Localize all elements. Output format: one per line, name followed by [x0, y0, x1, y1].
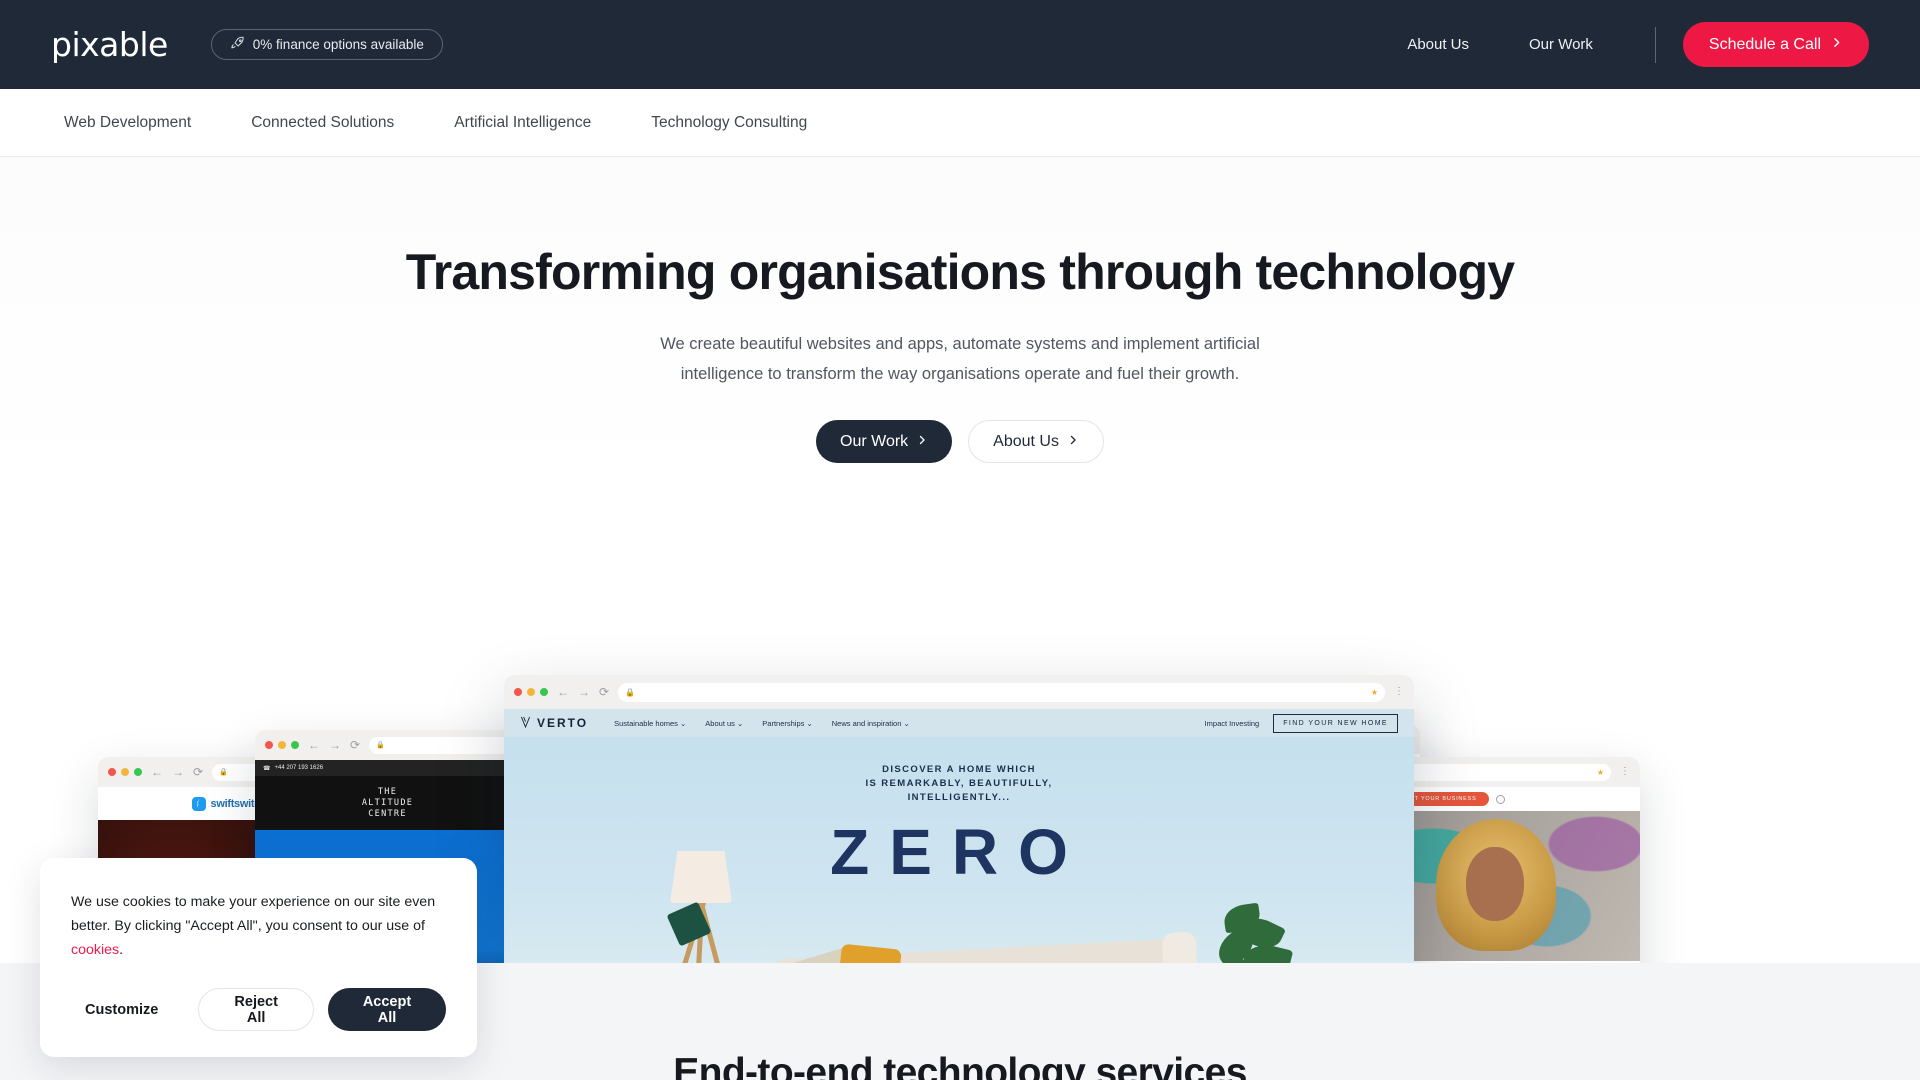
address-bar[interactable]: 🔒 ★: [618, 682, 1385, 702]
bookmark-star-icon: ★: [1596, 767, 1604, 777]
reload-icon[interactable]: ⟳: [599, 686, 609, 698]
address-bar[interactable]: 🔒: [369, 736, 510, 754]
verto-impact-investing-link[interactable]: Impact Investing: [1205, 719, 1260, 728]
back-arrow-icon: ←: [151, 765, 163, 779]
header-divider: [1654, 26, 1656, 63]
verto-nav-right: Impact Investing FIND YOUR NEW HOME: [1205, 713, 1398, 733]
window-controls-icon: [514, 688, 548, 696]
page-root: pixable 0% finance options available Abo…: [0, 0, 1920, 1080]
nav-about-us[interactable]: About Us: [1377, 36, 1499, 53]
altitude-logo-line-2: ALTITUDE: [361, 797, 414, 808]
cookie-text-before-link: We use cookies to make your experience o…: [71, 894, 436, 934]
accept-all-button[interactable]: Accept All: [328, 988, 446, 1031]
pillow-mustard-icon: [836, 943, 902, 963]
forward-arrow-icon: →: [172, 765, 184, 779]
business-navbar: LIST YOUR BUSINESS: [1380, 787, 1640, 811]
back-arrow-icon: ←: [308, 738, 320, 752]
verto-nav-about-us[interactable]: About us ⌄: [705, 719, 743, 728]
browser-menu-icon[interactable]: ⋮: [1394, 687, 1404, 697]
altitude-logo-line-1: THE: [377, 786, 398, 797]
browser-menu-icon[interactable]: ⋮: [1620, 767, 1630, 777]
address-bar[interactable]: ★: [1390, 763, 1611, 781]
browser-chrome: ← → ⟳ 🔒 ★ ⋮: [504, 675, 1414, 709]
floor-lamp-graphic: [660, 851, 740, 963]
chevron-right-icon: [1830, 36, 1843, 54]
subnav-item-connected-solutions[interactable]: Connected Solutions: [251, 114, 394, 132]
verto-kicker-line-3: INTELLIGENTLY...: [907, 792, 1011, 803]
language-globe-icon[interactable]: [1495, 794, 1505, 804]
brand-logo[interactable]: pixable: [51, 25, 168, 64]
lock-icon: 🔒: [625, 687, 636, 697]
showcase-collage: ← → ⟳ 🔒 swiftswitch swiftswitch water Ta…: [0, 157, 1920, 963]
verto-kicker-line-1: DISCOVER A HOME WHICH: [882, 764, 1036, 775]
showcase-browser-business[interactable]: ★ ⋮ LIST YOUR BUSINESS es Evening s and …: [1380, 757, 1640, 963]
verto-nav-news-and-inspiration[interactable]: News and inspiration ⌄: [832, 719, 910, 728]
schedule-call-button[interactable]: Schedule a Call: [1682, 22, 1869, 67]
business-hero-image: [1394, 811, 1640, 961]
verto-kicker-line-2: IS REMARKABLY, BEAUTIFULLY,: [865, 778, 1053, 789]
verto-mark-icon: [520, 716, 531, 731]
cookie-policy-link[interactable]: cookies: [71, 942, 119, 958]
customize-button[interactable]: Customize: [71, 1002, 172, 1018]
subnav-item-technology-consulting[interactable]: Technology Consulting: [651, 114, 807, 132]
subnav-item-web-development[interactable]: Web Development: [64, 114, 191, 132]
cookie-consent-text: We use cookies to make your experience o…: [71, 890, 446, 962]
cookie-consent-banner: We use cookies to make your experience o…: [40, 858, 477, 1057]
forward-arrow-icon: →: [329, 738, 341, 752]
showcase-browser-verto[interactable]: ← → ⟳ 🔒 ★ ⋮ VERTO Sustainable homes ⌄ Ab…: [504, 675, 1414, 963]
bookmark-star-icon[interactable]: ★: [1371, 688, 1378, 697]
lock-icon: 🔒: [376, 742, 385, 749]
cookie-text-after-link: .: [119, 942, 124, 958]
verto-nav-links: Sustainable homes ⌄ About us ⌄ Partnersh…: [614, 719, 910, 728]
finance-badge[interactable]: 0% finance options available: [210, 29, 443, 60]
verto-kicker: DISCOVER A HOME WHICH IS REMARKABLY, BEA…: [504, 763, 1414, 805]
schedule-call-label: Schedule a Call: [1708, 35, 1821, 53]
forward-arrow-icon[interactable]: →: [578, 686, 590, 698]
altitude-topbar: ☎ +44 207 193 1626: [255, 760, 520, 776]
subnav-item-artificial-intelligence[interactable]: Artificial Intelligence: [454, 114, 591, 132]
hero-section: Transforming organisations through techn…: [0, 157, 1920, 963]
lock-icon: 🔒: [219, 769, 228, 776]
altitude-logo: THE ALTITUDE CENTRE: [255, 776, 520, 830]
reload-icon: ⟳: [350, 738, 361, 752]
reload-icon: ⟳: [193, 765, 204, 779]
window-controls-icon: [108, 768, 142, 776]
verto-nav-sustainable-homes[interactable]: Sustainable homes ⌄: [614, 719, 686, 728]
verto-navbar: VERTO Sustainable homes ⌄ About us ⌄ Par…: [504, 709, 1414, 737]
swiftswitch-logo-icon: [191, 796, 206, 811]
phone-icon: ☎: [263, 765, 271, 772]
services-subnav: Web Development Connected Solutions Arti…: [0, 89, 1920, 157]
site-header: pixable 0% finance options available Abo…: [0, 0, 1920, 89]
cookie-actions: Customize Reject All Accept All: [71, 988, 446, 1031]
finance-badge-label: 0% finance options available: [252, 37, 424, 52]
header-nav: About Us Our Work Schedule a Call: [1377, 22, 1869, 67]
back-arrow-icon[interactable]: ←: [557, 686, 569, 698]
verto-wordmark-zero: ZERO: [830, 816, 1088, 888]
altitude-phone: +44 207 193 1626: [274, 765, 324, 771]
rocket-icon: [230, 36, 245, 54]
altitude-logo-line-3: CENTRE: [368, 808, 407, 819]
verto-nav-partnerships[interactable]: Partnerships ⌄: [762, 719, 812, 728]
sofa-graphic: [758, 898, 1201, 963]
verto-find-home-button[interactable]: FIND YOUR NEW HOME: [1273, 713, 1398, 733]
nav-our-work[interactable]: Our Work: [1499, 36, 1623, 53]
verto-logo[interactable]: VERTO: [520, 716, 588, 731]
browser-chrome: ← → ⟳ 🔒: [255, 730, 520, 760]
reject-all-button[interactable]: Reject All: [198, 988, 315, 1031]
browser-chrome: ★ ⋮: [1380, 757, 1640, 787]
window-controls-icon: [265, 741, 299, 749]
plant-graphic: [1200, 901, 1296, 963]
verto-wordmark: VERTO: [537, 716, 589, 730]
verto-hero: DISCOVER A HOME WHICH IS REMARKABLY, BEA…: [504, 737, 1414, 963]
